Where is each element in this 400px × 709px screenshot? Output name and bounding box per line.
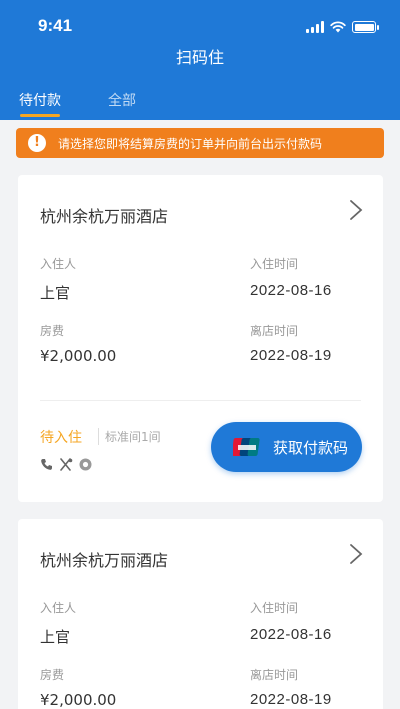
tab-bar: 待付款 全部 (0, 86, 400, 120)
status-time: 9:41 (38, 16, 73, 35)
order-status: 待入住 (40, 430, 82, 446)
dining-icon[interactable] (59, 458, 73, 471)
status-icons (306, 19, 379, 33)
order-card[interactable]: 杭州余杭万丽酒店 入住人 上官 入住时间 2022-08-16 房费 ¥2,00… (18, 175, 383, 502)
active-tab-indicator (20, 114, 60, 117)
notice-banner: ! 请选择您即将结算房费的订单并向前台出示付款码 (16, 128, 384, 158)
checkout-value: 2022-08-19 (250, 691, 332, 708)
app-header: 9:41 扫码住 待付款 全部 (0, 0, 400, 120)
notice-text: 请选择您即将结算房费的订单并向前台出示付款码 (58, 136, 323, 151)
page-title: 扫码住 (175, 48, 224, 67)
fee-label: 房费 (40, 668, 65, 682)
chevron-right-icon[interactable] (349, 199, 363, 221)
status-bar: 9:41 (0, 0, 400, 48)
amenity-icons (40, 458, 92, 471)
hotel-name: 杭州余杭万丽酒店 (40, 207, 169, 226)
battery-icon (352, 21, 379, 33)
divider (40, 400, 361, 401)
exclamation-icon: ! (28, 134, 46, 152)
fee-value: ¥2,000.00 (40, 347, 117, 365)
checkin-label: 入住时间 (250, 601, 299, 615)
checkout-label: 离店时间 (250, 324, 299, 338)
guest-value: 上官 (40, 628, 71, 646)
chevron-right-icon[interactable] (349, 543, 363, 565)
guest-label: 入住人 (40, 257, 77, 271)
fee-label: 房费 (40, 324, 65, 338)
guest-label: 入住人 (40, 601, 77, 615)
checkin-label: 入住时间 (250, 257, 299, 271)
checkout-label: 离店时间 (250, 668, 299, 682)
checkout-value: 2022-08-19 (250, 347, 332, 364)
room-type: 标准间1间 (98, 428, 161, 445)
order-card[interactable]: 杭州余杭万丽酒店 入住人 上官 入住时间 2022-08-16 房费 ¥2,00… (18, 519, 383, 709)
unionpay-icon (233, 438, 260, 456)
tab-all[interactable]: 全部 (108, 90, 136, 110)
phone-icon[interactable] (40, 458, 53, 471)
cellular-signal-icon (306, 21, 324, 33)
tab-pending-payment[interactable]: 待付款 (19, 90, 61, 110)
wifi-icon (330, 21, 346, 33)
chat-icon[interactable] (79, 458, 92, 471)
fee-value: ¥2,000.00 (40, 691, 117, 709)
get-payment-code-button[interactable]: 获取付款码 (211, 422, 362, 472)
hotel-name: 杭州余杭万丽酒店 (40, 551, 169, 570)
checkin-value: 2022-08-16 (250, 282, 332, 299)
checkin-value: 2022-08-16 (250, 626, 332, 643)
guest-value: 上官 (40, 284, 71, 302)
pay-button-label: 获取付款码 (273, 438, 349, 457)
